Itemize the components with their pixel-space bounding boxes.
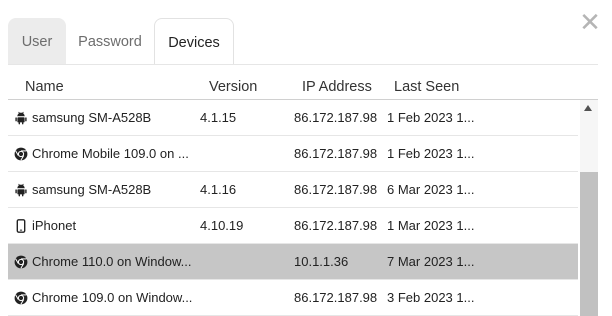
device-name: Chrome Mobile 109.0 on ... [32, 146, 189, 161]
column-header-last-seen[interactable]: Last Seen [394, 79, 459, 95]
column-header-name[interactable]: Name [25, 79, 64, 95]
device-name: samsung SM-A528B [32, 182, 152, 197]
device-ip-address: 86.172.187.98 [294, 182, 378, 197]
device-version: 4.1.16 [200, 182, 237, 197]
device-last-seen: 1 Mar 2023 1... [387, 218, 475, 233]
device-version: 4.10.19 [200, 218, 244, 233]
devices-table: Name Version IP Address Last Seen samsun… [8, 64, 598, 316]
table-row[interactable]: Chrome Mobile 109.0 on ... 86.172.187.98 1… [8, 136, 578, 172]
device-ip-address: 86.172.187.98 [294, 110, 378, 125]
android-icon [14, 183, 28, 197]
scroll-up-arrow-icon[interactable] [584, 105, 592, 111]
table-row[interactable]: samsung SM-A528B 4.1.15 86.172.187.98 1 Feb… [8, 100, 578, 136]
tab-user[interactable]: User [8, 18, 66, 64]
chrome-icon [14, 291, 28, 305]
device-last-seen: 1 Feb 2023 1... [387, 146, 475, 161]
device-name: samsung SM-A528B [32, 110, 152, 125]
table-row[interactable]: Chrome 110.0 on Window... 10.1.1.36 7 Mar … [8, 244, 578, 280]
device-name: iPhonet [32, 218, 77, 233]
device-last-seen: 7 Mar 2023 1... [387, 254, 475, 269]
device-version: 4.1.15 [200, 110, 237, 125]
device-ip-address: 86.172.187.98 [294, 146, 378, 161]
table-body: samsung SM-A528B 4.1.15 86.172.187.98 1 Feb… [8, 100, 578, 316]
device-last-seen: 3 Feb 2023 1... [387, 290, 475, 305]
device-ip-address: 86.172.187.98 [294, 218, 378, 233]
device-name: Chrome 109.0 on Window... [32, 290, 193, 305]
chrome-icon [14, 255, 28, 269]
tab-password[interactable]: Password [66, 18, 154, 64]
device-ip-address: 10.1.1.36 [294, 254, 349, 269]
device-last-seen: 1 Feb 2023 1... [387, 110, 475, 125]
table-row[interactable]: iPhonet 4.10.19 86.172.187.98 1 Mar 2023 1.… [8, 208, 578, 244]
vertical-scrollbar[interactable] [580, 100, 598, 316]
scrollbar-thumb[interactable] [580, 172, 598, 316]
tab-devices[interactable]: Devices [154, 18, 234, 64]
column-header-version[interactable]: Version [209, 79, 257, 95]
table-row[interactable]: samsung SM-A528B 4.1.16 86.172.187.98 6 Mar… [8, 172, 578, 208]
device-last-seen: 6 Mar 2023 1... [387, 182, 475, 197]
phone-icon [14, 219, 28, 233]
device-name: Chrome 110.0 on Window... [32, 254, 192, 269]
table-row[interactable]: Chrome 109.0 on Window... 86.172.187.98 3 … [8, 280, 578, 316]
device-ip-address: 86.172.187.98 [294, 290, 378, 305]
android-icon [14, 111, 28, 125]
chrome-icon [14, 147, 28, 161]
column-header-ip-address[interactable]: IP Address [302, 79, 372, 95]
close-icon[interactable]: ✕ [578, 9, 602, 35]
table-header: Name Version IP Address Last Seen [8, 64, 598, 100]
